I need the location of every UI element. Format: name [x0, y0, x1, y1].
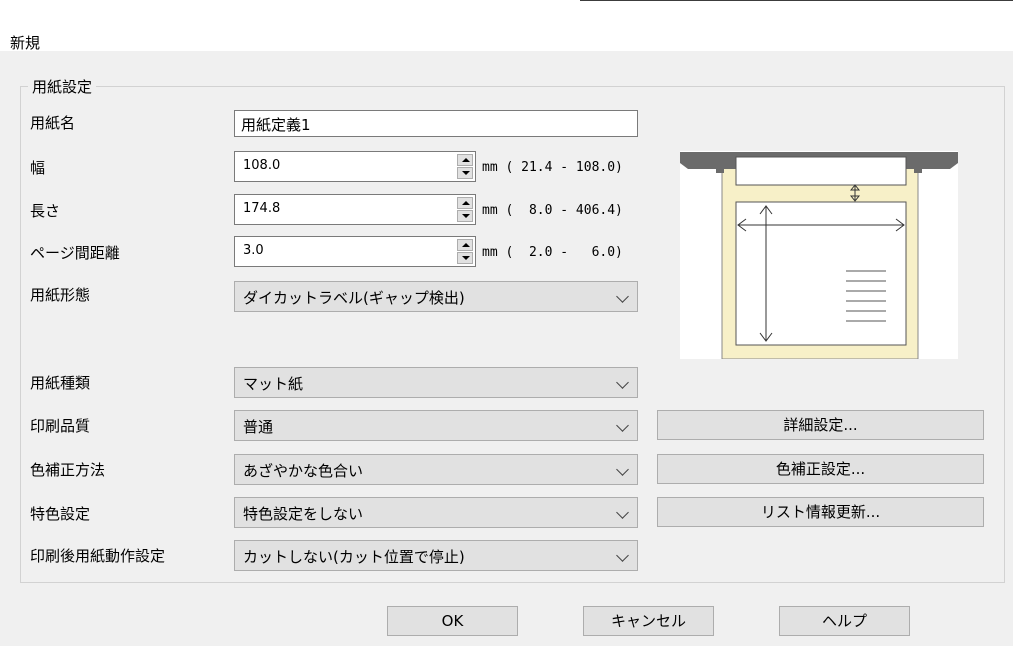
label-length: 長さ — [30, 202, 61, 220]
length-range: mm ( 8.0 - 406.4) — [482, 203, 623, 218]
width-spinbox[interactable]: 108.0 — [234, 151, 476, 182]
label-after-print: 印刷後用紙動作設定 — [30, 547, 166, 565]
after-print-value: カットしない(カット位置で停止) — [243, 548, 465, 566]
page-gap-spinbox[interactable]: 3.0 — [234, 236, 476, 267]
label-paper-illustration — [680, 152, 958, 360]
list-info-update-button[interactable]: リスト情報更新... — [657, 497, 984, 527]
page-gap-value: 3.0 — [243, 243, 264, 258]
length-spin-down-icon[interactable] — [457, 210, 473, 222]
chevron-down-icon — [616, 549, 629, 562]
cancel-button[interactable]: キャンセル — [583, 606, 714, 636]
label-width: 幅 — [30, 159, 46, 177]
width-range: mm ( 21.4 - 108.0) — [482, 160, 623, 175]
length-spin-buttons[interactable] — [457, 197, 473, 222]
paper-form-value: ダイカットラベル(ギャップ検出) — [243, 289, 465, 307]
spot-color-value: 特色設定をしない — [243, 505, 364, 523]
title-bar: 新規 — [0, 1, 1013, 52]
page-gap-spin-up-icon[interactable] — [457, 239, 473, 251]
detail-settings-button[interactable]: 詳細設定... — [657, 410, 984, 440]
color-correction-value: あざやかな色合い — [243, 462, 364, 480]
paper-diagram — [680, 151, 958, 360]
chevron-down-icon — [616, 463, 629, 476]
label-page-gap: ページ間距離 — [30, 244, 120, 262]
width-spin-up-icon[interactable] — [457, 154, 473, 166]
help-button[interactable]: ヘルプ — [779, 606, 910, 636]
paper-form-select[interactable]: ダイカットラベル(ギャップ検出) — [234, 281, 638, 312]
label-paper-form: 用紙形態 — [30, 286, 91, 304]
page-gap-spin-down-icon[interactable] — [457, 252, 473, 264]
color-correction-settings-button[interactable]: 色補正設定... — [657, 454, 984, 484]
color-correction-select[interactable]: あざやかな色合い — [234, 454, 638, 485]
chevron-down-icon — [616, 506, 629, 519]
length-value: 174.8 — [243, 201, 281, 216]
group-label: 用紙設定 — [28, 76, 97, 97]
width-spin-buttons[interactable] — [457, 154, 473, 179]
window-title: 新規 — [10, 34, 41, 52]
paper-type-select[interactable]: マット紙 — [234, 367, 638, 398]
spot-color-select[interactable]: 特色設定をしない — [234, 497, 638, 528]
chevron-down-icon — [616, 290, 629, 303]
label-spot-color: 特色設定 — [30, 505, 91, 523]
label-paper-type: 用紙種類 — [30, 374, 91, 392]
after-print-select[interactable]: カットしない(カット位置で停止) — [234, 540, 638, 571]
page-gap-range: mm ( 2.0 - 6.0) — [482, 245, 623, 260]
label-paper-name: 用紙名 — [30, 114, 76, 132]
length-spin-up-icon[interactable] — [457, 197, 473, 209]
label-print-quality: 印刷品質 — [30, 417, 91, 435]
ok-button[interactable]: OK — [387, 606, 518, 636]
print-quality-value: 普通 — [243, 418, 274, 436]
paper-name-input[interactable]: 用紙定義1 — [234, 110, 638, 137]
chevron-down-icon — [616, 419, 629, 432]
paper-type-value: マット紙 — [243, 375, 304, 393]
label-color-correction: 色補正方法 — [30, 461, 106, 479]
length-spinbox[interactable]: 174.8 — [234, 194, 476, 225]
page-gap-spin-buttons[interactable] — [457, 239, 473, 264]
print-quality-select[interactable]: 普通 — [234, 410, 638, 441]
chevron-down-icon — [616, 376, 629, 389]
width-value: 108.0 — [243, 158, 281, 173]
width-spin-down-icon[interactable] — [457, 167, 473, 179]
